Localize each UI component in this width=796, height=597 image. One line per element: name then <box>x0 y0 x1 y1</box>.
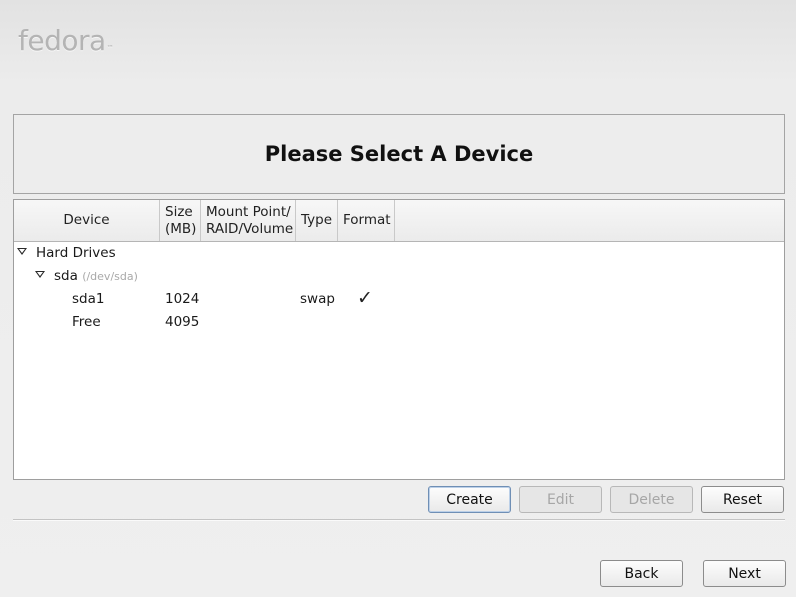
column-header-type[interactable]: Type <box>296 200 338 241</box>
row-type: swap <box>300 291 335 307</box>
column-header-device[interactable]: Device <box>14 200 160 241</box>
edit-button[interactable]: Edit <box>519 486 602 513</box>
expander-triangle-icon[interactable] <box>35 271 45 278</box>
column-mount-label: Mount Point/ <box>206 203 291 220</box>
tree-row-sda[interactable]: sda (/dev/sda) <box>14 265 784 288</box>
reset-button[interactable]: Reset <box>701 486 784 513</box>
column-size-label: Size <box>165 203 193 220</box>
delete-button[interactable]: Delete <box>610 486 693 513</box>
row-device: sda (/dev/sda) <box>54 268 138 284</box>
row-device: Free <box>72 314 101 330</box>
expander-triangle-icon[interactable] <box>17 248 27 255</box>
column-header-size[interactable]: Size (MB) <box>160 200 201 241</box>
tree-header: Device Size (MB) Mount Point/ RAID/Volum… <box>14 200 784 242</box>
column-size-unit: (MB) <box>165 220 197 237</box>
next-button[interactable]: Next <box>703 560 786 587</box>
row-device-path: (/dev/sda) <box>82 270 138 283</box>
column-format-label: Format <box>343 212 391 228</box>
tree-row-free[interactable]: Free 4095 <box>14 311 784 334</box>
column-mount-label-2: RAID/Volume <box>206 220 294 237</box>
row-device: sda1 <box>72 291 105 307</box>
row-device: Hard Drives <box>36 245 116 261</box>
fedora-logo: fedora™ <box>18 24 114 57</box>
logo-text: fedora <box>18 24 106 57</box>
row-size: 4095 <box>165 314 200 330</box>
tree-row-hard-drives[interactable]: Hard Drives <box>14 242 784 265</box>
device-tree[interactable]: Device Size (MB) Mount Point/ RAID/Volum… <box>13 199 785 480</box>
tree-row-sda1[interactable]: sda1 1024 swap ✓ <box>14 287 784 311</box>
row-size: 1024 <box>165 291 200 307</box>
title-banner: Please Select A Device <box>13 114 785 194</box>
back-button[interactable]: Back <box>600 560 683 587</box>
create-button[interactable]: Create <box>428 486 511 513</box>
column-header-format[interactable]: Format <box>338 200 395 241</box>
column-device-label: Device <box>63 212 110 228</box>
row-device-name: sda <box>54 268 78 284</box>
column-header-mount[interactable]: Mount Point/ RAID/Volume <box>201 200 296 241</box>
column-type-label: Type <box>301 212 333 228</box>
separator <box>13 519 785 521</box>
page-title: Please Select A Device <box>264 142 534 166</box>
trademark-symbol: ™ <box>106 44 114 52</box>
format-check-icon: ✓ <box>357 287 373 309</box>
